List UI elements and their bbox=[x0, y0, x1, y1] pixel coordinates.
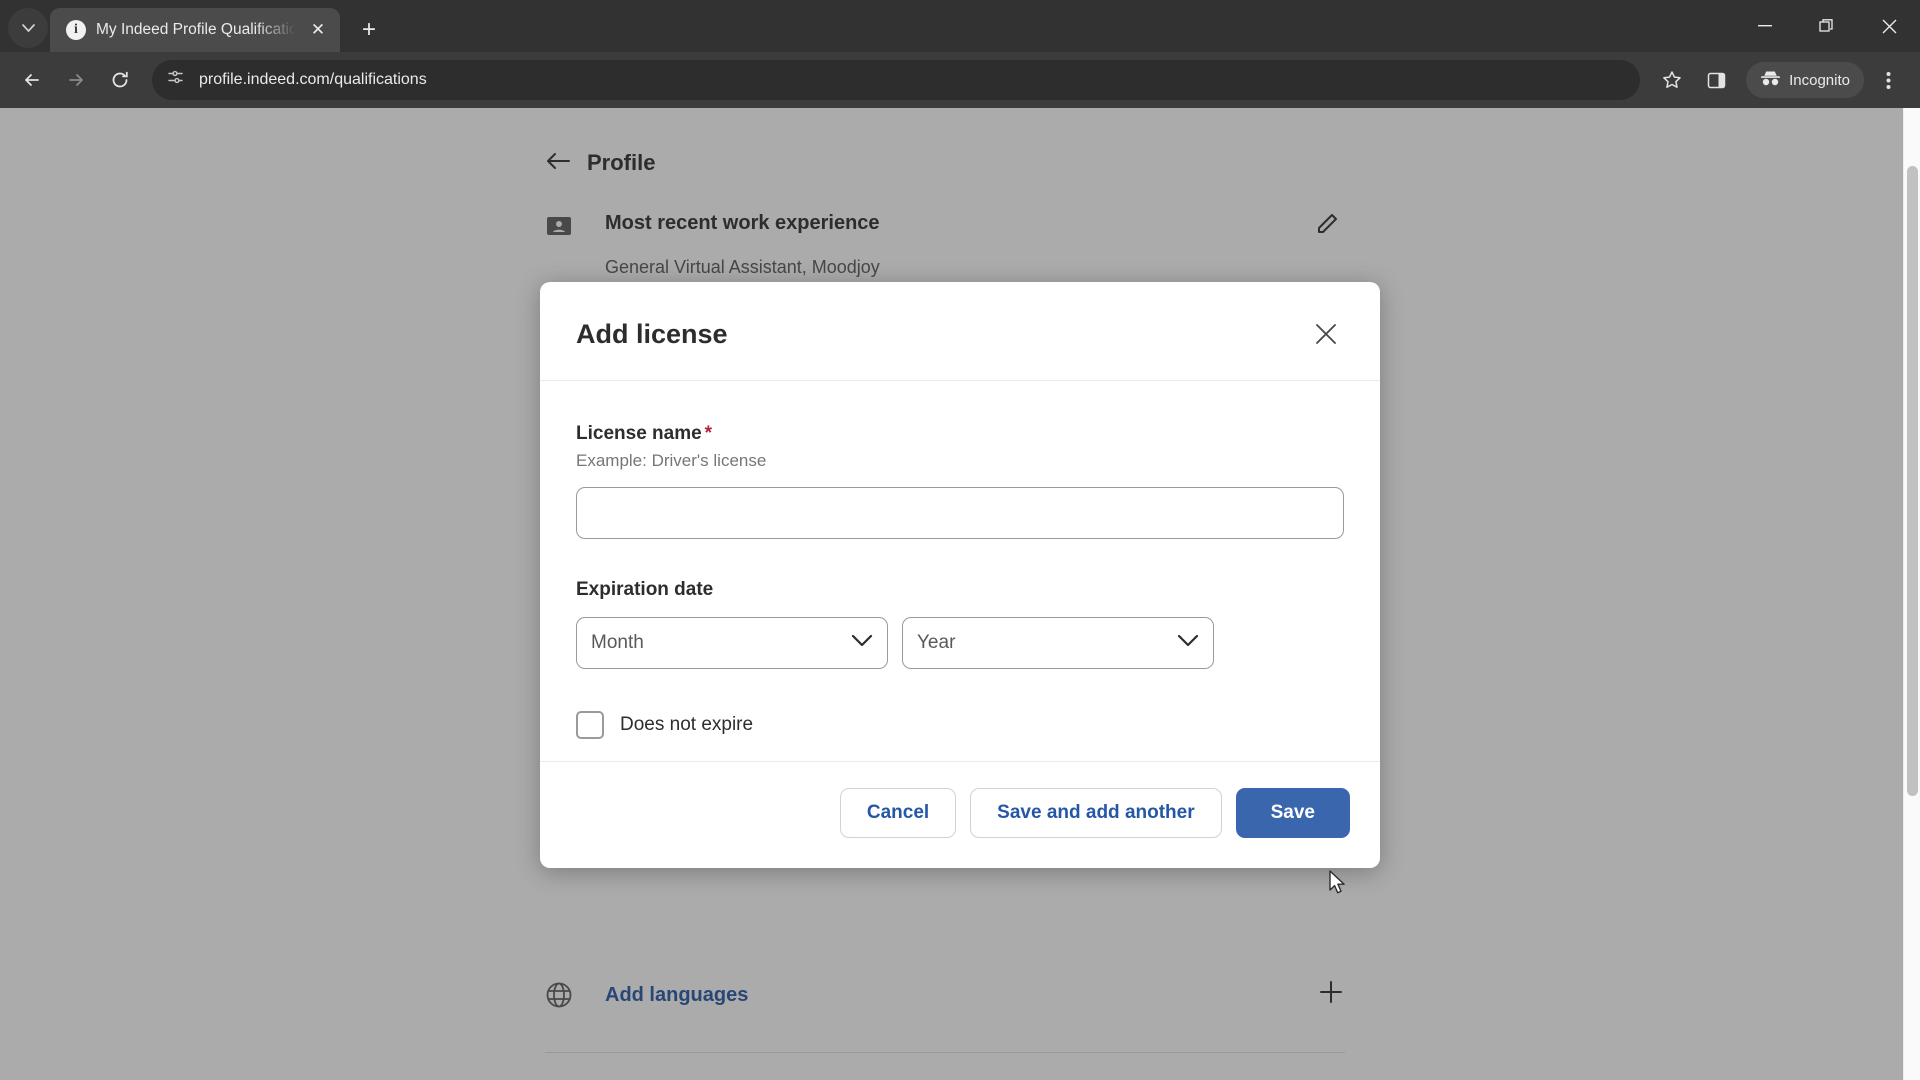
add-license-dialog: Add license License name * Example: Drive… bbox=[540, 282, 1380, 868]
url-text: profile.indeed.com/qualifications bbox=[199, 71, 427, 88]
scrollbar-thumb[interactable] bbox=[1907, 166, 1918, 796]
expiration-month-value: Month bbox=[591, 632, 644, 653]
license-name-hint: Example: Driver's license bbox=[576, 451, 767, 470]
does-not-expire-label: Does not expire bbox=[620, 714, 754, 735]
close-icon[interactable] bbox=[1858, 0, 1920, 52]
tab-title: My Indeed Profile Qualifications bbox=[96, 21, 296, 38]
expiration-date-field-group: Expiration date Month Year bbox=[576, 579, 1344, 669]
address-bar[interactable]: profile.indeed.com/qualifications bbox=[152, 60, 1641, 100]
page-scrollbar[interactable] bbox=[1903, 108, 1920, 1080]
side-panel-icon[interactable] bbox=[1696, 60, 1736, 100]
restore-icon[interactable] bbox=[1796, 0, 1858, 52]
chevron-down-icon bbox=[1177, 632, 1199, 654]
tab-search-icon[interactable] bbox=[8, 8, 48, 48]
info-circle-icon: i bbox=[66, 20, 86, 40]
license-name-field-group: License name * Example: Driver's license bbox=[576, 423, 1344, 539]
tab-close-icon[interactable]: ✕ bbox=[306, 20, 330, 40]
required-marker: * bbox=[704, 423, 713, 444]
browser-toolbar: profile.indeed.com/qualifications Incogn… bbox=[0, 52, 1920, 108]
license-name-input[interactable] bbox=[576, 487, 1344, 539]
incognito-indicator[interactable]: Incognito bbox=[1746, 62, 1864, 98]
save-and-add-another-button[interactable]: Save and add another bbox=[970, 788, 1222, 838]
save-button[interactable]: Save bbox=[1235, 788, 1350, 838]
does-not-expire-checkbox[interactable] bbox=[576, 711, 604, 739]
browser-window: i My Indeed Profile Qualifications ✕ + p… bbox=[0, 0, 1920, 1080]
does-not-expire-row[interactable]: Does not expire bbox=[576, 711, 1344, 739]
browser-tab[interactable]: i My Indeed Profile Qualifications ✕ bbox=[50, 8, 340, 52]
license-name-label-text: License name bbox=[576, 423, 702, 444]
site-settings-icon[interactable] bbox=[166, 68, 185, 92]
page-viewport: Profile Most recent work experience Gene… bbox=[0, 108, 1920, 1080]
minimize-icon[interactable] bbox=[1734, 0, 1796, 52]
cancel-button[interactable]: Cancel bbox=[839, 788, 957, 838]
forward-icon bbox=[56, 60, 96, 100]
close-icon[interactable] bbox=[1308, 316, 1344, 352]
dialog-header: Add license bbox=[540, 282, 1380, 381]
incognito-label: Incognito bbox=[1789, 71, 1850, 89]
reload-icon[interactable] bbox=[100, 60, 140, 100]
expiration-year-value: Year bbox=[917, 632, 956, 653]
expiration-year-select[interactable]: Year bbox=[902, 617, 1214, 669]
chevron-down-icon bbox=[851, 632, 873, 654]
license-name-label: License name * bbox=[576, 423, 1344, 445]
dialog-title: Add license bbox=[576, 318, 728, 349]
window-controls bbox=[1734, 0, 1920, 52]
dialog-footer: Cancel Save and add another Save bbox=[540, 761, 1380, 868]
incognito-icon bbox=[1760, 70, 1781, 91]
dialog-body: License name * Example: Driver's license … bbox=[540, 381, 1380, 761]
mouse-cursor bbox=[1329, 870, 1349, 898]
expiration-date-label: Expiration date bbox=[576, 579, 714, 600]
three-dots-vertical-icon[interactable] bbox=[1868, 60, 1908, 100]
expiration-month-select[interactable]: Month bbox=[576, 617, 888, 669]
tab-strip: i My Indeed Profile Qualifications ✕ + bbox=[0, 0, 1920, 52]
new-tab-button[interactable]: + bbox=[352, 13, 386, 47]
back-icon[interactable] bbox=[12, 60, 52, 100]
star-icon[interactable] bbox=[1652, 60, 1692, 100]
